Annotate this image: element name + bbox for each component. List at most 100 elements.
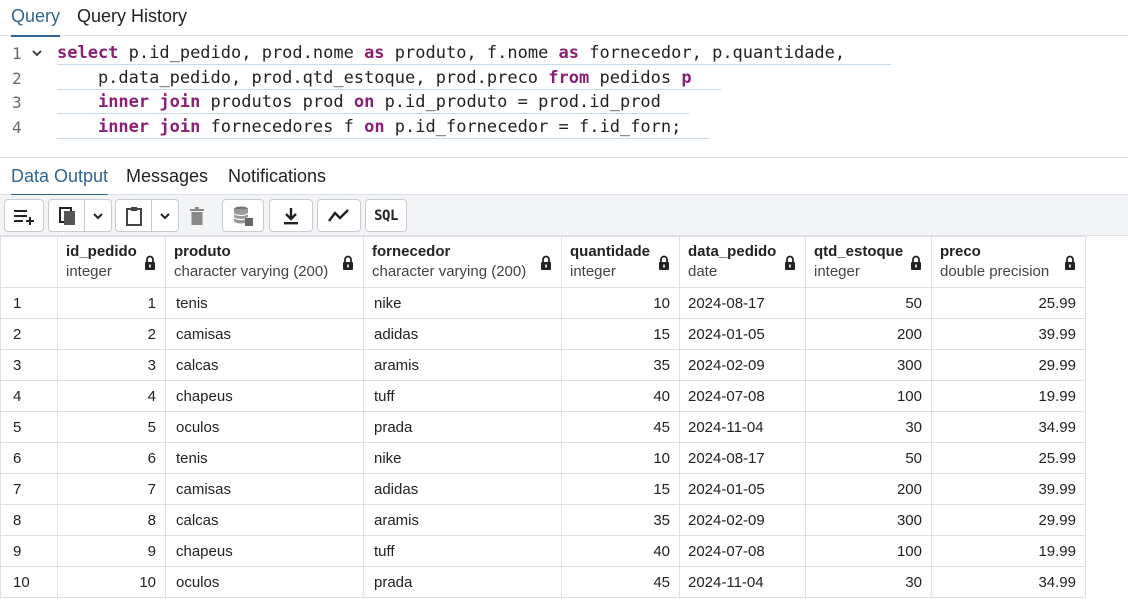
cell-id-pedido[interactable]: 10	[57, 566, 166, 598]
row-number[interactable]: 7	[0, 473, 58, 505]
fold-chevron-icon[interactable]	[31, 47, 43, 61]
cell-data-pedido[interactable]: 2024-02-09	[679, 504, 806, 536]
cell-preco[interactable]: 25.99	[931, 442, 1086, 474]
table-row[interactable]: 4 4 chapeus tuff 40 2024-07-08 100 19.99	[0, 380, 1086, 412]
cell-qtd-estoque[interactable]: 100	[805, 535, 932, 567]
cell-fornecedor[interactable]: aramis	[363, 349, 562, 381]
cell-qtd-estoque[interactable]: 50	[805, 442, 932, 474]
cell-qtd-estoque[interactable]: 300	[805, 504, 932, 536]
column-header[interactable]: preco double precision	[931, 236, 1086, 288]
cell-qtd-estoque[interactable]: 50	[805, 287, 932, 319]
table-row[interactable]: 10 10 oculos prada 45 2024-11-04 30 34.99	[0, 566, 1086, 598]
cell-preco[interactable]: 25.99	[931, 287, 1086, 319]
chevron-down-icon[interactable]	[152, 200, 178, 231]
cell-id-pedido[interactable]: 4	[57, 380, 166, 412]
download-button[interactable]	[269, 199, 313, 232]
table-row[interactable]: 2 2 camisas adidas 15 2024-01-05 200 39.99	[0, 318, 1086, 350]
tab-data-output[interactable]: Data Output	[11, 158, 109, 196]
cell-preco[interactable]: 34.99	[931, 411, 1086, 443]
tab-notifications[interactable]: Notifications	[228, 158, 326, 195]
cell-produto[interactable]: oculos	[165, 411, 364, 443]
clipboard-icon[interactable]	[116, 200, 151, 231]
cell-fornecedor[interactable]: nike	[363, 287, 562, 319]
paste-button-group[interactable]	[115, 199, 179, 232]
column-header[interactable]: data_pedido date	[679, 236, 806, 288]
row-number[interactable]: 10	[0, 566, 58, 598]
row-number[interactable]: 9	[0, 535, 58, 567]
column-header[interactable]: fornecedor character varying (200)	[363, 236, 562, 288]
cell-fornecedor[interactable]: aramis	[363, 504, 562, 536]
code-line[interactable]: select p.id_pedido, prod.nome as produto…	[57, 43, 845, 63]
cell-id-pedido[interactable]: 8	[57, 504, 166, 536]
cell-quantidade[interactable]: 10	[561, 287, 680, 319]
cell-fornecedor[interactable]: nike	[363, 442, 562, 474]
table-row[interactable]: 9 9 chapeus tuff 40 2024-07-08 100 19.99	[0, 535, 1086, 567]
row-number[interactable]: 5	[0, 411, 58, 443]
cell-qtd-estoque[interactable]: 200	[805, 473, 932, 505]
cell-fornecedor[interactable]: tuff	[363, 380, 562, 412]
cell-fornecedor[interactable]: adidas	[363, 473, 562, 505]
add-row-button[interactable]	[4, 199, 44, 232]
cell-fornecedor[interactable]: adidas	[363, 318, 562, 350]
row-number[interactable]: 1	[0, 287, 58, 319]
cell-quantidade[interactable]: 40	[561, 535, 680, 567]
code-line[interactable]: inner join fornecedores f on p.id_fornec…	[57, 117, 681, 137]
cell-data-pedido[interactable]: 2024-01-05	[679, 473, 806, 505]
data-grid[interactable]: id_pedido integer produto character vary…	[0, 236, 1086, 598]
copy-button-group[interactable]	[48, 199, 112, 232]
column-header[interactable]: produto character varying (200)	[165, 236, 364, 288]
row-number[interactable]: 8	[0, 504, 58, 536]
table-row[interactable]: 8 8 calcas aramis 35 2024-02-09 300 29.99	[0, 504, 1086, 536]
save-data-button[interactable]	[222, 199, 264, 232]
cell-quantidade[interactable]: 40	[561, 380, 680, 412]
cell-produto[interactable]: calcas	[165, 504, 364, 536]
cell-qtd-estoque[interactable]: 300	[805, 349, 932, 381]
cell-quantidade[interactable]: 35	[561, 349, 680, 381]
cell-produto[interactable]: camisas	[165, 318, 364, 350]
cell-data-pedido[interactable]: 2024-11-04	[679, 566, 806, 598]
cell-quantidade[interactable]: 45	[561, 411, 680, 443]
cell-qtd-estoque[interactable]: 100	[805, 380, 932, 412]
sql-button[interactable]: SQL	[365, 199, 407, 232]
delete-row-button[interactable]	[182, 199, 212, 232]
cell-preco[interactable]: 34.99	[931, 566, 1086, 598]
column-header[interactable]: qtd_estoque integer	[805, 236, 932, 288]
code-line[interactable]: inner join produtos prod on p.id_produto…	[57, 92, 661, 112]
cell-fornecedor[interactable]: tuff	[363, 535, 562, 567]
cell-preco[interactable]: 29.99	[931, 349, 1086, 381]
cell-data-pedido[interactable]: 2024-08-17	[679, 442, 806, 474]
cell-data-pedido[interactable]: 2024-01-05	[679, 318, 806, 350]
cell-data-pedido[interactable]: 2024-11-04	[679, 411, 806, 443]
cell-id-pedido[interactable]: 6	[57, 442, 166, 474]
table-row[interactable]: 5 5 oculos prada 45 2024-11-04 30 34.99	[0, 411, 1086, 443]
cell-id-pedido[interactable]: 7	[57, 473, 166, 505]
cell-qtd-estoque[interactable]: 30	[805, 566, 932, 598]
table-row[interactable]: 6 6 tenis nike 10 2024-08-17 50 25.99	[0, 442, 1086, 474]
cell-preco[interactable]: 19.99	[931, 380, 1086, 412]
cell-fornecedor[interactable]: prada	[363, 411, 562, 443]
cell-data-pedido[interactable]: 2024-07-08	[679, 380, 806, 412]
cell-produto[interactable]: tenis	[165, 287, 364, 319]
cell-quantidade[interactable]: 15	[561, 473, 680, 505]
cell-data-pedido[interactable]: 2024-08-17	[679, 287, 806, 319]
cell-qtd-estoque[interactable]: 200	[805, 318, 932, 350]
chevron-down-icon[interactable]	[85, 200, 111, 231]
cell-id-pedido[interactable]: 2	[57, 318, 166, 350]
cell-data-pedido[interactable]: 2024-07-08	[679, 535, 806, 567]
graph-visualiser-button[interactable]	[317, 199, 361, 232]
cell-data-pedido[interactable]: 2024-02-09	[679, 349, 806, 381]
cell-id-pedido[interactable]: 1	[57, 287, 166, 319]
cell-qtd-estoque[interactable]: 30	[805, 411, 932, 443]
cell-quantidade[interactable]: 45	[561, 566, 680, 598]
cell-produto[interactable]: tenis	[165, 442, 364, 474]
cell-produto[interactable]: chapeus	[165, 535, 364, 567]
cell-id-pedido[interactable]: 3	[57, 349, 166, 381]
column-header[interactable]: quantidade integer	[561, 236, 680, 288]
cell-fornecedor[interactable]: prada	[363, 566, 562, 598]
cell-preco[interactable]: 39.99	[931, 473, 1086, 505]
cell-produto[interactable]: calcas	[165, 349, 364, 381]
table-row[interactable]: 3 3 calcas aramis 35 2024-02-09 300 29.99	[0, 349, 1086, 381]
sql-editor[interactable]: 1 2 3 4 select p.id_pedido, prod.nome as…	[0, 37, 1128, 157]
cell-preco[interactable]: 29.99	[931, 504, 1086, 536]
tab-query-history[interactable]: Query History	[77, 0, 187, 36]
